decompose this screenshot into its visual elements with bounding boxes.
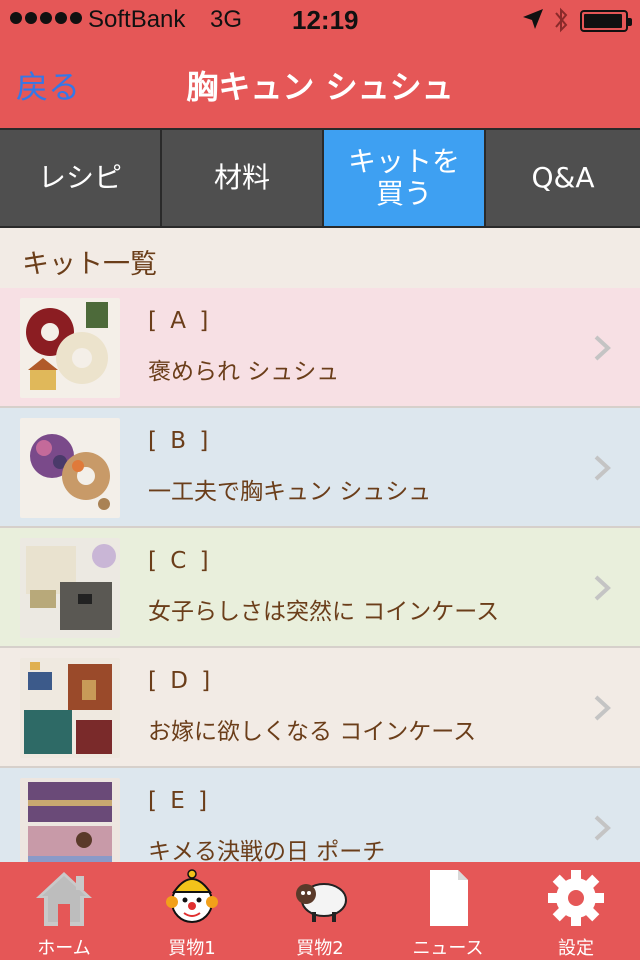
tab-label: 材料 <box>213 160 270 194</box>
kit-code: [ E ] <box>148 788 211 814</box>
tabbar-item-shop1[interactable]: 買物1 <box>128 862 256 960</box>
kit-code: [ A ] <box>148 308 212 334</box>
home-icon <box>36 872 92 926</box>
kit-code: [ C ] <box>148 548 212 574</box>
kit-name: 褒められ シュシュ <box>148 359 340 385</box>
tab-label: レシピ <box>37 160 122 194</box>
kit-name: キメる決戦の日 ポーチ <box>148 839 386 862</box>
kit-thumbnail-image <box>20 658 120 758</box>
tabbar-label: ニュース <box>412 938 484 959</box>
tabbar-item-settings[interactable]: 設定 <box>512 862 640 960</box>
kit-list-item[interactable]: [ A ] 褒められ シュシュ <box>0 288 640 408</box>
kit-thumbnail-image <box>20 298 120 398</box>
tab-label: Q&A <box>531 160 595 194</box>
kit-list-item[interactable]: [ D ] お嫁に欲しくなる コインケース <box>0 648 640 768</box>
page-title: 胸キュン シュシュ <box>186 68 454 106</box>
chevron-right-icon <box>594 815 611 841</box>
tabbar-label: 買物2 <box>296 938 344 959</box>
segment-tabs: レシピ 材料 キットを 買う Q&A <box>0 128 640 228</box>
kit-thumbnail-image <box>20 538 120 638</box>
kit-list-item[interactable]: [ B ] 一工夫で胸キュン シュシュ <box>0 408 640 528</box>
section-title: キット一覧 <box>22 249 157 280</box>
chevron-right-icon <box>594 695 611 721</box>
kit-name: 一工夫で胸キュン シュシュ <box>148 479 432 505</box>
sheep-icon <box>296 883 347 922</box>
location-arrow-icon <box>523 9 543 29</box>
tabbar-label: 買物1 <box>168 938 216 959</box>
kit-list: [ A ] 褒められ シュシュ [ B ] 一工夫で胸キュン シュシュ [ C … <box>0 288 640 862</box>
kit-thumbnail-image <box>20 778 120 862</box>
clown-icon <box>166 869 218 923</box>
bluetooth-icon <box>555 7 568 33</box>
bottom-tab-bar: ホーム 買物1 買物2 ニュース 設定 <box>0 862 640 960</box>
chevron-right-icon <box>594 575 611 601</box>
kit-name: 女子らしさは突然に コインケース <box>148 599 500 625</box>
navigation-bar: 戻る 胸キュン シュシュ <box>0 40 640 128</box>
tabbar-item-news[interactable]: ニュース <box>384 862 512 960</box>
tab-buy-kit[interactable]: キットを 買う <box>324 128 486 228</box>
tab-recipe[interactable]: レシピ <box>0 128 162 228</box>
tab-label: キットを 買う <box>347 144 460 210</box>
kit-thumbnail-image <box>20 418 120 518</box>
tabbar-item-home[interactable]: ホーム <box>0 862 128 960</box>
gear-icon <box>548 870 604 926</box>
tab-materials[interactable]: 材料 <box>162 128 324 228</box>
status-bar: SoftBank 3G 12:19 <box>0 0 640 40</box>
tabbar-label: ホーム <box>37 938 91 959</box>
battery-icon <box>580 10 632 32</box>
signal-strength-icon <box>10 12 82 24</box>
kit-code: [ B ] <box>148 428 212 454</box>
status-time: 12:19 <box>292 5 359 35</box>
network-type-label: 3G <box>210 6 243 33</box>
chevron-right-icon <box>594 455 611 481</box>
tabbar-item-shop2[interactable]: 買物2 <box>256 862 384 960</box>
carrier-label: SoftBank <box>88 6 186 33</box>
section-header: キット一覧 <box>0 228 640 288</box>
tabbar-label: 設定 <box>558 938 594 959</box>
kit-list-item[interactable]: [ E ] キメる決戦の日 ポーチ <box>0 768 640 862</box>
kit-list-item[interactable]: [ C ] 女子らしさは突然に コインケース <box>0 528 640 648</box>
document-icon <box>430 870 468 926</box>
kit-name: お嫁に欲しくなる コインケース <box>148 719 477 745</box>
chevron-right-icon <box>594 335 611 361</box>
tab-qa[interactable]: Q&A <box>486 128 640 228</box>
kit-code: [ D ] <box>148 668 214 694</box>
